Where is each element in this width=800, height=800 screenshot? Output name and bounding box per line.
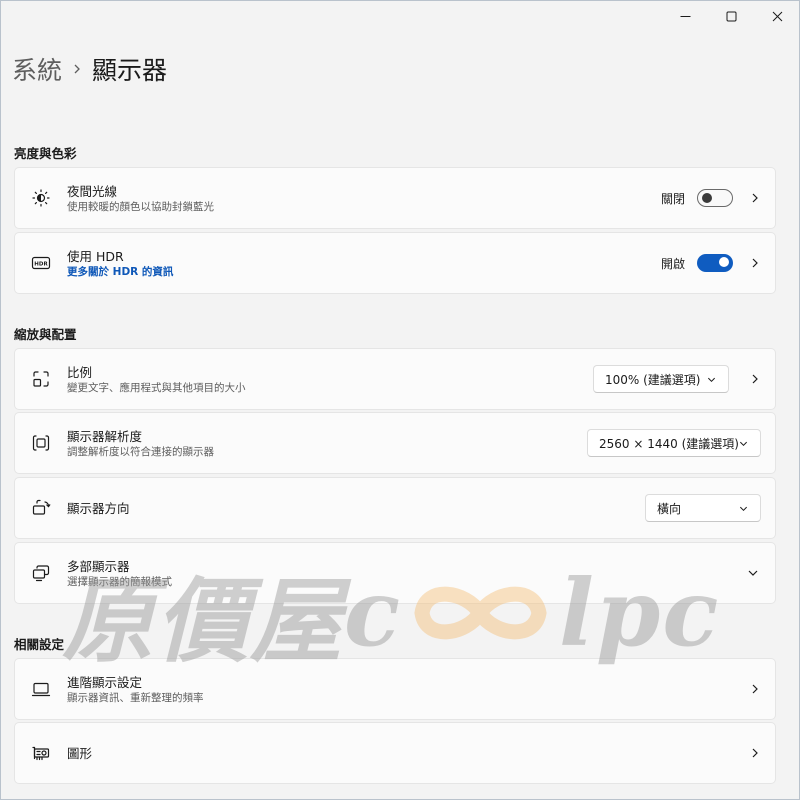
scale-card[interactable]: 比例 變更文字、應用程式與其他項目的大小 100% (建議選項) [14, 348, 776, 410]
orientation-card: 顯示器方向 橫向 [14, 477, 776, 539]
hdr-info-link[interactable]: 更多關於 HDR 的資訊 [67, 265, 661, 279]
orientation-title: 顯示器方向 [67, 500, 130, 516]
hdr-card[interactable]: HDR 使用 HDR 更多關於 HDR 的資訊 開啟 [14, 232, 776, 294]
toggle-knob [702, 193, 712, 203]
breadcrumb-separator-icon [62, 64, 92, 74]
breadcrumb: 系統 顯示器 [12, 52, 167, 86]
night-light-state-label: 關閉 [660, 191, 685, 206]
graphics-card[interactable]: 圖形 [14, 722, 776, 784]
maximize-icon [726, 11, 736, 21]
chevron-down-icon [739, 506, 748, 511]
graphics-title: 圖形 [67, 745, 93, 761]
scale-dropdown-value: 100% (建議選項) [605, 372, 701, 387]
minimize-icon [680, 15, 690, 17]
svg-text:HDR: HDR [34, 261, 48, 267]
chevron-down-icon [707, 377, 716, 382]
advanced-display-title: 進階顯示設定 [67, 674, 143, 690]
multiple-displays-card[interactable]: 多部顯示器 選擇顯示器的簡報模式 [14, 542, 776, 604]
toggle-knob [719, 257, 729, 267]
title-bar [662, 0, 800, 32]
chevron-right-icon [749, 683, 761, 695]
hdr-state-label: 開啟 [660, 256, 685, 271]
resolution-card: 顯示器解析度 調整解析度以符合連接的顯示器 2560 × 1440 (建議選項) [14, 412, 776, 474]
minimize-button[interactable] [662, 0, 708, 32]
resolution-title: 顯示器解析度 [67, 428, 143, 444]
chevron-right-icon [749, 373, 761, 385]
section-title-scale-layout: 縮放與配置 [14, 327, 77, 342]
advanced-display-subtitle: 顯示器資訊、重新整理的頻率 [67, 691, 204, 704]
section-title-related: 相關設定 [14, 637, 65, 652]
advanced-display-card[interactable]: 進階顯示設定 顯示器資訊、重新整理的頻率 [14, 658, 776, 720]
close-icon [772, 11, 782, 21]
hdr-toggle[interactable] [697, 254, 733, 272]
hdr-icon: HDR [31, 256, 51, 270]
breadcrumb-parent[interactable]: 系統 [12, 51, 62, 87]
night-light-card[interactable]: 夜間光線 使用較暖的顏色以協助封鎖藍光 關閉 [14, 167, 776, 229]
orientation-dropdown[interactable]: 橫向 [645, 494, 761, 522]
maximize-button[interactable] [708, 0, 754, 32]
multiple-displays-icon [32, 565, 50, 582]
orientation-dropdown-value: 橫向 [657, 501, 682, 516]
scale-title: 比例 [67, 364, 93, 380]
monitor-icon [31, 682, 51, 697]
page-title: 顯示器 [92, 56, 168, 85]
scale-icon [33, 371, 49, 387]
section-title-brightness: 亮度與色彩 [14, 146, 77, 161]
scale-dropdown[interactable]: 100% (建議選項) [593, 365, 729, 393]
multiple-displays-subtitle: 選擇顯示器的簡報模式 [67, 575, 172, 588]
hdr-title: 使用 HDR [67, 248, 124, 264]
chevron-down-icon [739, 441, 748, 446]
chevron-right-icon [749, 747, 761, 759]
scale-subtitle: 變更文字、應用程式與其他項目的大小 [67, 381, 246, 394]
night-light-toggle[interactable] [697, 189, 733, 207]
night-light-title: 夜間光線 [67, 183, 118, 199]
orientation-icon [32, 499, 51, 515]
chevron-right-icon [749, 257, 761, 269]
resolution-dropdown[interactable]: 2560 × 1440 (建議選項) [587, 429, 761, 457]
night-light-subtitle: 使用較暖的顏色以協助封鎖藍光 [67, 200, 214, 213]
night-light-icon [32, 189, 50, 207]
resolution-subtitle: 調整解析度以符合連接的顯示器 [67, 445, 214, 458]
close-button[interactable] [754, 0, 800, 32]
resolution-dropdown-value: 2560 × 1440 (建議選項) [599, 436, 739, 451]
resolution-icon [32, 435, 50, 451]
graphics-card-icon [32, 746, 50, 761]
chevron-right-icon [749, 192, 761, 204]
chevron-down-icon[interactable] [747, 567, 759, 579]
multiple-displays-title: 多部顯示器 [67, 558, 130, 574]
